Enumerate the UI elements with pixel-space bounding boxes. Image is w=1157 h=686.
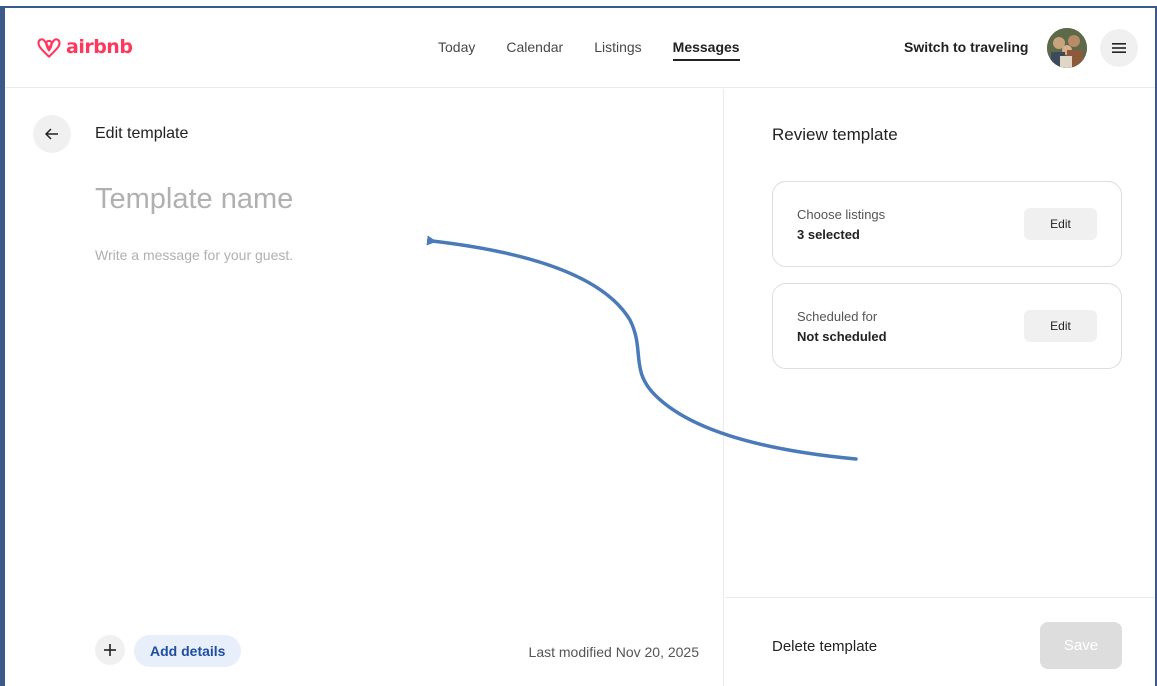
logo-wordmark: airbnb [66,36,133,58]
choose-listings-card: Choose listings 3 selected Edit [772,181,1122,267]
plus-icon [104,644,116,656]
main-nav: Today Calendar Listings Messages [438,39,771,61]
nav-item-listings[interactable]: Listings [594,39,641,55]
template-name-input[interactable] [95,183,655,216]
card-label: Choose listings [797,207,886,222]
page-title: Edit template [95,125,189,142]
template-editor-panel: Edit template Add details Last modified … [5,89,724,686]
edit-listings-button[interactable]: Edit [1024,208,1097,240]
card-label: Scheduled for [797,309,878,324]
scheduled-for-card: Scheduled for Not scheduled Edit [772,283,1122,369]
edit-schedule-button[interactable]: Edit [1024,310,1097,342]
nav-item-calendar[interactable]: Calendar [506,39,563,55]
airbnb-app-window: airbnb Today Calendar Listings Messages … [5,8,1155,686]
top-header: airbnb Today Calendar Listings Messages … [5,8,1155,88]
avatar-photo-icon [1047,28,1087,68]
airbnb-logo-icon [37,38,61,58]
main-menu-button[interactable] [1100,29,1138,67]
review-title: Review template [772,125,898,144]
add-details-button[interactable]: Add details [134,635,242,667]
card-value: 3 selected [797,227,860,242]
delete-template-button[interactable]: Delete template [772,638,877,655]
back-button[interactable] [33,115,71,153]
save-button[interactable]: Save [1040,622,1122,669]
airbnb-logo[interactable]: airbnb [35,33,133,61]
add-button[interactable] [95,635,125,665]
avatar[interactable] [1047,28,1087,68]
hamburger-menu-icon [1112,43,1126,53]
switch-to-traveling-link[interactable]: Switch to traveling [904,39,1028,55]
arrow-left-icon [45,128,58,140]
card-value: Not scheduled [797,329,887,344]
nav-item-messages[interactable]: Messages [672,39,740,61]
last-modified-text: Last modified Nov 20, 2025 [528,644,699,660]
message-textarea[interactable] [95,247,655,567]
review-footer: Delete template Save [725,597,1155,686]
review-template-panel: Review template Choose listings 3 select… [725,89,1155,686]
nav-item-today[interactable]: Today [438,39,475,55]
